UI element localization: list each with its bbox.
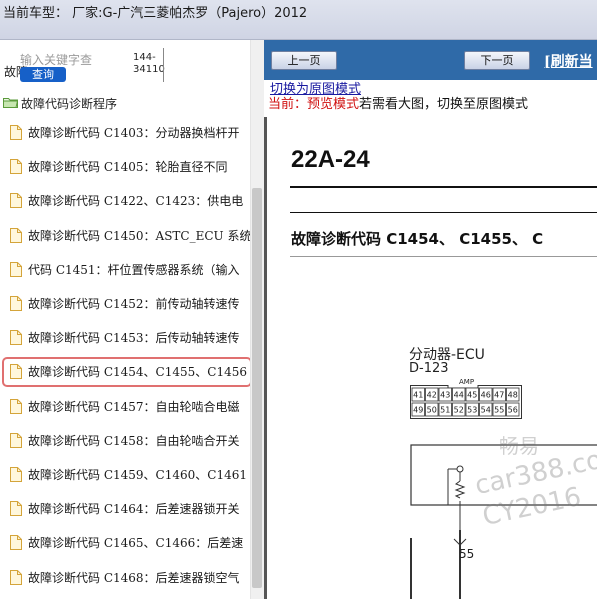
connector-pin-number: 41 — [413, 391, 423, 400]
document-file-icon — [10, 296, 22, 311]
tree-item-label: 故障诊断代码 C1452：前传动轴转速传 — [28, 297, 240, 311]
watermark-text-1: 畅易 — [499, 434, 539, 458]
tree-item[interactable]: 故障诊断代码 C1450：ASTC_ECU 系统 — [4, 223, 250, 249]
document-file-icon — [10, 364, 22, 380]
code-box-line-1: 144- — [133, 52, 156, 63]
document-file-icon — [10, 569, 22, 585]
connector-pin-number: 46 — [481, 391, 491, 400]
connector-pin-number: 43 — [440, 391, 450, 400]
sidebar-scrollbar-thumb[interactable] — [252, 188, 262, 588]
document-file-icon — [10, 535, 22, 551]
next-page-button[interactable]: 下一页 — [464, 51, 530, 70]
tree-item-label: 代码 C1451：杆位置传感器系统（输入 — [28, 262, 240, 277]
connector-pin-number: 48 — [508, 391, 518, 400]
open-folder-icon — [3, 98, 18, 108]
tree-item[interactable]: 故障诊断代码 C1453：后传动轴转速传 — [4, 325, 250, 351]
document-page-number: 22A-24 — [291, 146, 370, 173]
doc-rule-top — [290, 186, 597, 188]
connector-pin-number: 51 — [440, 406, 450, 415]
document-file-icon — [10, 398, 22, 414]
connector-pin-number: 53 — [467, 406, 477, 415]
connector-pin-number: 42 — [427, 391, 437, 400]
search-input[interactable] — [20, 52, 132, 68]
pin-number-label: 55 — [459, 547, 475, 561]
tree-item-label: 故障诊断代码 C1453：后传动轴转速传 — [28, 331, 240, 346]
tree-item[interactable]: 故障诊断代码 C1454、C1455、C1456 — [2, 357, 252, 388]
tree-item[interactable]: 故障诊断代码 C1468：后差速器锁空气 — [4, 565, 250, 591]
connector-pin-number: 44 — [454, 391, 464, 400]
tree-root-folder[interactable]: 故障代码诊断程序 — [0, 92, 250, 114]
document-file-icon — [10, 159, 22, 175]
tree-item[interactable]: 故障诊断代码 C1457：自由轮啮合电磁 — [4, 394, 250, 420]
top-bar: 当前车型： 厂家:G-广汽三菱帕杰罗（Pajero）2012 — [0, 0, 597, 40]
content-pane: 上一页 下一页 [刷新当 切换为原图模式 当前：预览模式若需看大图，切换至原图模… — [264, 40, 597, 599]
document-file-icon — [10, 261, 22, 277]
document-file-icon — [10, 432, 22, 448]
tree-item[interactable]: 故障诊断代码 C1465、C1466：后差速 — [4, 530, 250, 556]
tree-item-label: 故障诊断代码 C1454、C1455、C1456 — [28, 365, 247, 380]
previous-page-button[interactable]: 上一页 — [271, 51, 337, 70]
doc-rule-mid — [290, 212, 597, 213]
tree-item[interactable]: 故障诊断代码 C1405：轮胎直径不同 — [4, 154, 250, 180]
search-area: 故障 查询 144- 34110 — [0, 40, 264, 90]
code-box-divider — [163, 48, 164, 82]
connector-pin-number: 52 — [454, 406, 464, 415]
connector-diagram: 41 42 43 44 45 46 47 4849 50 51 52 53 54 55 56 — [410, 385, 522, 419]
current-vehicle-label: 当前车型： 厂家:G-广汽三菱帕杰罗（Pajero）2012 — [3, 6, 308, 21]
sidebar: 故障 查询 144- 34110 故障代码诊断程序 故障诊断代码 C1403：分… — [0, 40, 264, 599]
tree-item-label: 故障诊断代码 C1405：轮胎直径不同 — [28, 160, 228, 175]
document-file-icon — [10, 501, 22, 517]
code-box: 144- 34110 — [133, 52, 165, 80]
connector-pin-number: 49 — [413, 406, 423, 415]
tree-item-label: 故障诊断代码 C1468：后差速器锁空气 — [28, 570, 240, 585]
doc-rule-bottom — [290, 256, 597, 257]
document-section-title: 故障诊断代码 C1454、 C1455、 C — [291, 230, 544, 248]
connector-pin-number: 56 — [508, 406, 518, 415]
tree-item-label: 故障诊断代码 C1459、C1460、C1461 — [28, 468, 247, 482]
tree-item-label: 故障诊断代码 C1464：后差速器锁开关 — [28, 502, 240, 517]
document-file-icon — [10, 330, 22, 346]
document-file-icon — [10, 227, 22, 243]
tree-item[interactable]: 故障诊断代码 C1422、C1423：供电电 — [4, 188, 250, 214]
connector-pin-number: 47 — [494, 391, 504, 400]
tree-item[interactable]: 故障诊断代码 C1403：分动器换档杆开 — [4, 120, 250, 146]
current-mode-value: 预览模式 — [307, 97, 360, 112]
mode-hint: 若需看大图，切换至原图模式 — [359, 97, 529, 112]
tree-item-label: 故障诊断代码 C1422、C1423：供电电 — [28, 194, 244, 209]
page-navigation-bar: 上一页 下一页 [刷新当 — [264, 40, 597, 80]
document-file-icon — [10, 125, 22, 140]
tree-item[interactable]: 代码 C1451：杆位置传感器系统（输入 — [4, 257, 250, 283]
tree-item[interactable]: 故障诊断代码 C1464：后差速器锁开关 — [4, 496, 250, 522]
connector-pin-number: 55 — [494, 406, 504, 415]
tree-item-label: 故障诊断代码 C1403：分动器换档杆开 — [28, 126, 240, 140]
tree-item-label: 故障诊断代码 C1458：自由轮啮合开关 — [28, 433, 240, 448]
tree-root-label: 故障代码诊断程序 — [21, 97, 118, 111]
connector-pin-number: 50 — [427, 406, 437, 415]
current-mode-label: 当前： — [268, 97, 308, 112]
connector-pin-number: 45 — [467, 391, 477, 400]
refresh-link[interactable]: [刷新当 — [544, 51, 593, 71]
ecu-connector-code: D-123 — [409, 361, 449, 376]
tree-item[interactable]: 故障诊断代码 C1459、C1460、C1461 — [4, 462, 250, 488]
query-button[interactable]: 查询 — [20, 67, 66, 82]
tree-item-label: 故障诊断代码 C1457：自由轮啮合电磁 — [28, 399, 240, 414]
tree-item[interactable]: 故障诊断代码 C1452：前传动轴转速传 — [4, 291, 250, 317]
document-file-icon — [10, 467, 22, 482]
current-mode-line: 当前：预览模式若需看大图，切换至原图模式 — [268, 93, 528, 112]
tree-item-label: 故障诊断代码 C1465、C1466：后差速 — [28, 536, 244, 551]
code-box-line-2: 34110 — [133, 64, 165, 75]
tree-item[interactable]: 故障诊断代码 C1458：自由轮啮合开关 — [4, 428, 250, 454]
connector-pin-number: 54 — [481, 406, 491, 415]
document-file-icon — [10, 193, 22, 209]
tree-item-label: 故障诊断代码 C1450：ASTC_ECU 系统 — [28, 228, 250, 243]
